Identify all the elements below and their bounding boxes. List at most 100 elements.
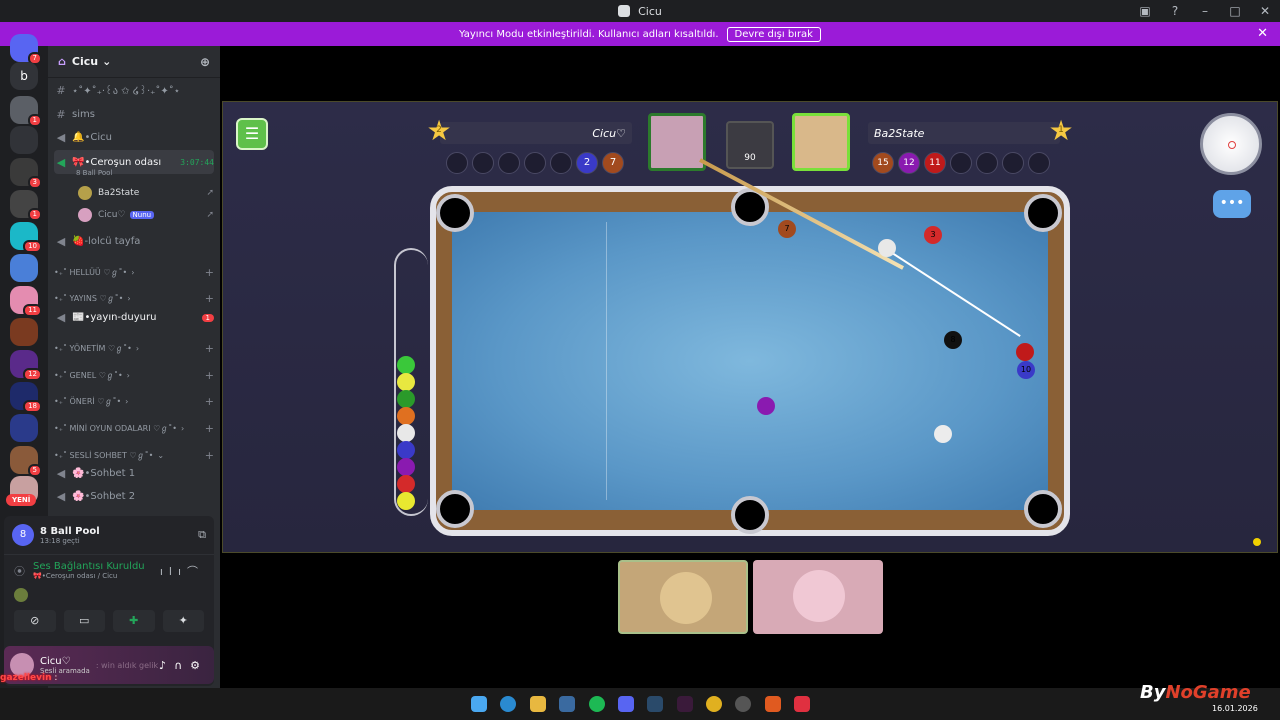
- plus-icon[interactable]: +: [205, 422, 214, 435]
- category-hellu[interactable]: •₊˚ HELLÜÜ ♡ℊ˚• › +: [54, 266, 214, 279]
- app-icon[interactable]: [677, 696, 693, 712]
- activities-button[interactable]: ✚: [113, 610, 155, 632]
- close-banner-icon[interactable]: ✕: [1257, 26, 1268, 41]
- add-user-icon[interactable]: ⊕: [200, 55, 210, 69]
- chevron-right-icon: ›: [127, 294, 131, 303]
- channel-sohbet-1[interactable]: ◀ 🌸•Sohbet 1: [54, 467, 214, 480]
- voice-member[interactable]: Ba2State ➚: [78, 186, 214, 200]
- channel-text-1[interactable]: # ⋆˚✦˚₊‧꒰ა ✩ ໒꒱‧₊˚✦˚⋆: [54, 84, 214, 97]
- star-icon: ★ 1: [1048, 114, 1074, 147]
- screen-share-button[interactable]: ▭: [63, 610, 105, 632]
- signal-icon[interactable]: ⦿: [14, 563, 25, 579]
- rocket-icon: ➚: [206, 188, 214, 198]
- chat-bubble-icon[interactable]: •••: [1213, 190, 1251, 218]
- category-yonetim[interactable]: •₊˚ YÖNETİM ♡ℊ˚• › +: [54, 342, 214, 355]
- channel-yayin-duyuru[interactable]: ◀ 📰•yayın-duyuru 1: [54, 311, 214, 324]
- server-icon[interactable]: [10, 126, 38, 154]
- maximize-button[interactable]: □: [1220, 4, 1250, 18]
- inbox-icon[interactable]: ▣: [1130, 4, 1160, 18]
- activity-card[interactable]: 8 8 Ball Pool 13:18 geçti ⧉: [4, 516, 214, 555]
- server-icon[interactable]: 18: [10, 382, 42, 413]
- app-icon[interactable]: [765, 696, 781, 712]
- server-icon[interactable]: 10: [10, 222, 42, 253]
- app-logo-icon: [618, 5, 631, 17]
- category-genel[interactable]: •₊˚ GENEL ♡ℊ˚• › +: [54, 369, 214, 382]
- user-name: Cicu♡: [40, 655, 71, 667]
- mic-icon[interactable]: ♪: [159, 659, 174, 672]
- spotify-icon[interactable]: [589, 696, 605, 712]
- plus-icon[interactable]: +: [205, 395, 214, 408]
- cue-spin-control[interactable]: [1200, 113, 1262, 175]
- server-icon[interactable]: 1: [10, 190, 42, 221]
- plus-icon[interactable]: +: [205, 342, 214, 355]
- rack-ball: [397, 475, 415, 493]
- close-button[interactable]: ✕: [1250, 4, 1280, 18]
- plus-icon[interactable]: +: [205, 266, 214, 279]
- discord-icon[interactable]: [618, 696, 634, 712]
- participant-tile[interactable]: [618, 560, 748, 634]
- app-icon[interactable]: [794, 696, 810, 712]
- voice-member[interactable]: Cicu♡ Nunu ➚: [78, 208, 214, 222]
- channel-voice-cicu[interactable]: ◀ 🔔•Cicu: [54, 131, 214, 144]
- edge-icon[interactable]: [500, 696, 516, 712]
- participant-tile[interactable]: [753, 560, 883, 634]
- server-icon[interactable]: 3: [10, 158, 42, 189]
- channel-text-sims[interactable]: # sims: [54, 108, 214, 121]
- channel-voice-lolcu[interactable]: ◀ 🍓-lolcü tayfa: [54, 235, 214, 248]
- window-title: Cicu: [638, 4, 662, 18]
- disable-streamer-mode-button[interactable]: Devre dışı bırak: [726, 26, 821, 42]
- steam-icon[interactable]: [647, 696, 663, 712]
- avatar: [793, 570, 845, 622]
- activity-title: 8 Ball Pool: [40, 525, 100, 537]
- speaker-icon: ◀: [56, 155, 66, 169]
- server-icon[interactable]: 5: [10, 446, 42, 477]
- popout-icon[interactable]: ⧉: [198, 528, 206, 542]
- server-icon[interactable]: [10, 318, 38, 346]
- speaker-icon: ◀: [56, 235, 66, 248]
- headphones-icon[interactable]: ∩: [174, 659, 190, 672]
- server-icon[interactable]: 1: [10, 96, 42, 127]
- category-mini-oyun[interactable]: •₊˚ MİNİ OYUN ODALARI ♡ℊ˚• › +: [54, 422, 214, 435]
- player1-name: Cicu♡: [592, 126, 626, 140]
- voice-controls: ⊘ ▭ ✚ ✦: [4, 604, 214, 638]
- ball: 3: [924, 226, 942, 244]
- gear-icon[interactable]: ⚙: [190, 659, 208, 672]
- plus-icon[interactable]: +: [205, 449, 214, 462]
- plus-icon[interactable]: +: [205, 369, 214, 382]
- chrome-icon[interactable]: [706, 696, 722, 712]
- hash-icon: #: [56, 84, 66, 97]
- eight-ball: 8: [944, 331, 962, 349]
- app-icon[interactable]: [735, 696, 751, 712]
- player2-avatar: [792, 113, 850, 171]
- category-yayins[interactable]: •₊˚ YAYINS ♡ℊ˚• › +: [54, 292, 214, 305]
- head-string-line: [606, 222, 607, 500]
- disconnect-icon[interactable]: ılı⌒: [160, 563, 204, 579]
- minimize-button[interactable]: –: [1190, 4, 1220, 18]
- menu-icon[interactable]: ☰: [236, 118, 268, 150]
- voice-status: Ses Bağlantısı Kuruldu: [33, 561, 145, 572]
- category-oneri[interactable]: •₊˚ ÖNERİ ♡ℊ˚• › +: [54, 395, 214, 408]
- server-icon[interactable]: [10, 414, 38, 442]
- camera-off-button[interactable]: ⊘: [14, 610, 56, 632]
- title-bar: Cicu ▣ ? – □ ✕: [0, 0, 1280, 22]
- help-icon[interactable]: ?: [1160, 4, 1190, 18]
- windows-start-icon[interactable]: [471, 696, 487, 712]
- home-icon[interactable]: 7: [10, 34, 42, 65]
- player1-avatar: [648, 113, 706, 171]
- server-b[interactable]: b: [10, 62, 38, 90]
- folder-icon[interactable]: [530, 696, 546, 712]
- table-cloth[interactable]: [452, 212, 1048, 510]
- category-sesli-sohbet[interactable]: •₊˚ SESLİ SOHBET ♡ℊ˚• ⌄ +: [54, 449, 214, 462]
- store-icon[interactable]: [559, 696, 575, 712]
- user-controls: ♪∩⚙: [159, 659, 208, 672]
- channel-sohbet-2[interactable]: ◀ 🌸•Sohbet 2: [54, 490, 214, 503]
- server-header[interactable]: ⌂ Cicu ⌄ ⊕: [48, 46, 220, 78]
- player1-bar: Cicu♡: [440, 122, 632, 144]
- server-icon[interactable]: 11: [10, 286, 42, 317]
- server-icon[interactable]: 12: [10, 350, 42, 381]
- chevron-right-icon: ›: [125, 397, 129, 406]
- server-icon[interactable]: [10, 254, 38, 282]
- soundboard-button[interactable]: ✦: [162, 610, 204, 632]
- plus-icon[interactable]: +: [205, 292, 214, 305]
- star-icon: ★ 2: [426, 114, 452, 147]
